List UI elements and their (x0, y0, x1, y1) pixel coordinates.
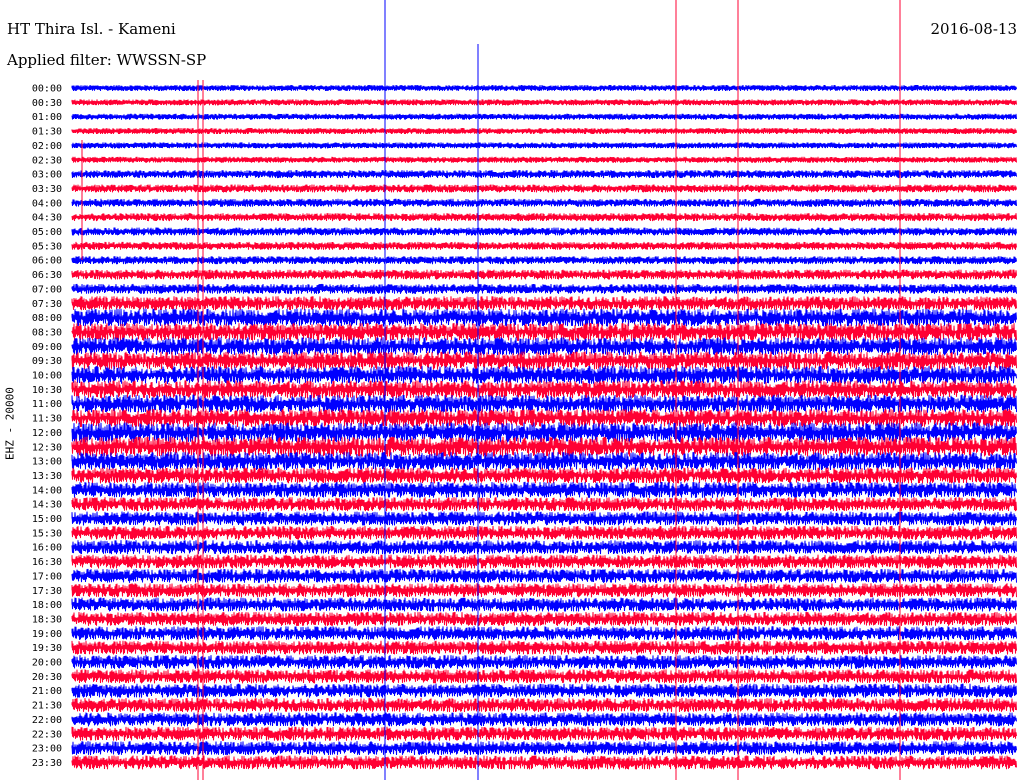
trace-row (71, 467, 1017, 484)
row-time-label: 05:30 (32, 241, 62, 252)
row-time-label: 04:00 (32, 198, 62, 209)
trace-row (71, 726, 1017, 741)
row-time-label: 20:00 (32, 658, 62, 669)
trace-row (71, 712, 1017, 727)
row-time-label: 10:00 (32, 371, 62, 382)
row-time-label: 07:30 (32, 299, 62, 310)
row-time-label: 05:00 (32, 227, 62, 238)
row-time-label: 21:00 (32, 686, 62, 697)
trace-row (71, 213, 1017, 222)
trace-row (71, 640, 1017, 655)
trace-row (71, 142, 1017, 149)
row-time-label: 04:30 (32, 213, 62, 224)
trace-row (71, 554, 1017, 569)
trace-row (71, 99, 1017, 106)
row-time-label: 06:30 (32, 270, 62, 281)
row-time-label: 00:00 (32, 84, 62, 95)
row-time-label: 01:30 (32, 127, 62, 138)
trace-row (71, 755, 1017, 770)
row-time-label: 11:30 (32, 414, 62, 425)
trace-row (71, 269, 1017, 280)
trace-row (71, 256, 1017, 265)
row-time-label: 17:30 (32, 586, 62, 597)
trace-row (71, 597, 1017, 612)
trace-row (71, 741, 1017, 756)
trace-row (71, 198, 1017, 207)
row-time-label: 03:30 (32, 184, 62, 195)
row-time-label: 19:00 (32, 629, 62, 640)
row-time-label: 22:00 (32, 715, 62, 726)
row-time-label: 18:00 (32, 600, 62, 611)
row-time-label: 02:00 (32, 141, 62, 152)
trace-row (71, 654, 1017, 670)
row-time-label: 15:00 (32, 514, 62, 525)
row-time-label: 09:00 (32, 342, 62, 353)
row-time-label: 18:30 (32, 614, 62, 625)
trace-row (71, 308, 1017, 327)
row-time-label: 21:30 (32, 701, 62, 712)
trace-row (71, 497, 1017, 512)
row-time-label: 17:00 (32, 571, 62, 582)
trace-row (71, 525, 1017, 540)
row-time-label: 07:00 (32, 284, 62, 295)
trace-row (71, 337, 1017, 356)
trace-row (71, 683, 1017, 698)
row-time-label: 23:30 (32, 758, 62, 769)
trace-row (71, 669, 1017, 684)
row-time-label: 14:30 (32, 500, 62, 511)
row-time-label: 03:00 (32, 170, 62, 181)
trace-row (71, 698, 1017, 713)
trace-row (71, 452, 1017, 471)
row-time-label: 12:30 (32, 442, 62, 453)
trace-row (71, 481, 1017, 498)
row-time-label: 16:30 (32, 557, 62, 568)
row-time-label: 00:30 (32, 98, 62, 109)
trace-row (71, 626, 1017, 641)
row-time-label: 09:30 (32, 356, 62, 367)
row-time-label: 23:00 (32, 744, 62, 755)
trace-row (71, 540, 1017, 555)
row-time-label: 06:00 (32, 256, 62, 267)
row-time-label: 16:00 (32, 543, 62, 554)
row-time-label: 12:00 (32, 428, 62, 439)
trace-row (71, 583, 1017, 598)
row-time-label: 10:30 (32, 385, 62, 396)
trace-row (71, 296, 1017, 311)
row-time-label: 01:00 (32, 112, 62, 123)
row-time-label: 15:30 (32, 528, 62, 539)
row-time-label: 08:30 (32, 327, 62, 338)
trace-row (71, 351, 1017, 370)
trace-row (71, 156, 1017, 163)
row-time-label: 14:00 (32, 485, 62, 496)
trace-row (71, 170, 1017, 179)
trace-row (71, 568, 1017, 583)
trace-row (71, 394, 1017, 413)
trace-row (71, 84, 1017, 92)
trace-row (71, 241, 1017, 250)
trace-row (71, 322, 1017, 341)
trace-row (71, 611, 1017, 626)
helicorder-plot: 00:00 00:30 01:00 01:30 02:00 02:30 03:00 03:30… (32, 0, 1017, 780)
trace-row (71, 227, 1017, 236)
trace-row (71, 113, 1017, 120)
row-time-label: 22:30 (32, 729, 62, 740)
row-time-label: 19:30 (32, 643, 62, 654)
row-time-label: 20:30 (32, 672, 62, 683)
row-time-label: 13:00 (32, 457, 62, 468)
row-time-label: 13:30 (32, 471, 62, 482)
trace-row (71, 184, 1017, 193)
trace-row (71, 511, 1017, 526)
trace-row (71, 128, 1017, 135)
trace-row (71, 283, 1017, 294)
row-time-label: 02:30 (32, 155, 62, 166)
row-time-label: 11:00 (32, 399, 62, 410)
row-time-label: 08:00 (32, 313, 62, 324)
